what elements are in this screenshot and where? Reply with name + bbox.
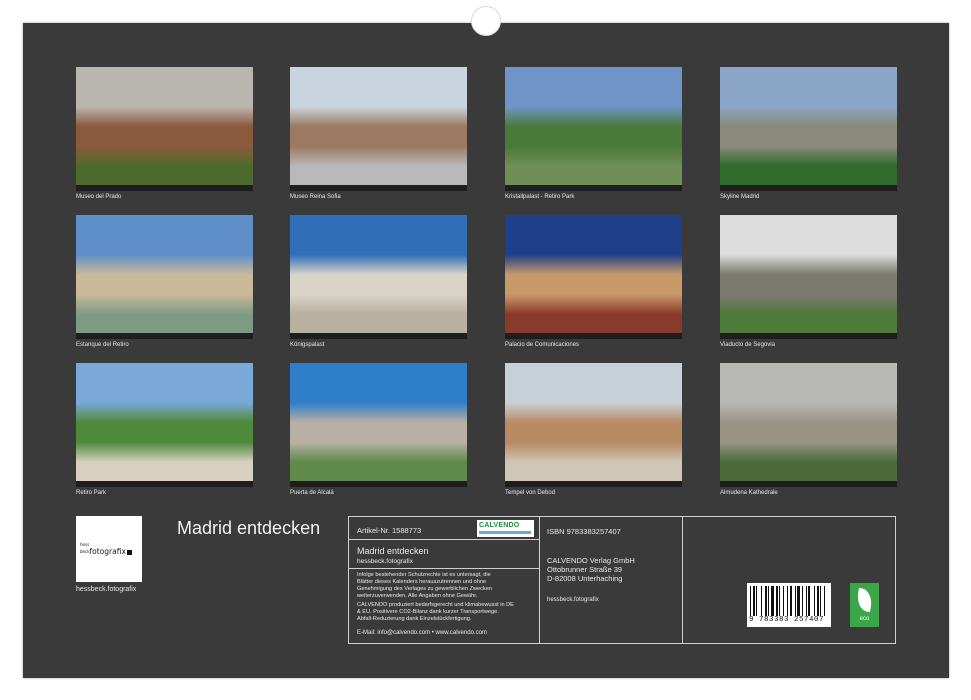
calendar-photo — [76, 363, 253, 487]
calendar-title: Madrid entdecken — [177, 518, 321, 538]
calvendo-logo: CALVENDO — [477, 520, 534, 537]
barcode-bar — [752, 586, 755, 616]
barcode-bar — [787, 586, 789, 616]
photo-caption: Skyline Madrid — [720, 194, 760, 200]
month-strip — [290, 185, 467, 191]
month-strip — [290, 481, 467, 487]
photo-caption: Retiro Park — [76, 490, 107, 496]
calendar-photo — [290, 363, 467, 487]
month-strip — [76, 481, 253, 487]
photo-caption: Almudena Kathedrale — [720, 490, 778, 496]
product-title: Madrid entdecken — [357, 546, 429, 556]
month-strip — [505, 333, 682, 339]
calendar-photo — [76, 67, 253, 191]
publisher-city: D-82008 Unterhaching — [547, 574, 623, 583]
photo-caption: Viaducto de Segovia — [720, 342, 775, 348]
barcode-bar — [790, 586, 793, 616]
calvendo-logo-text: CALVENDO — [479, 522, 520, 529]
divider — [349, 539, 539, 540]
barcode-bar — [808, 586, 811, 616]
isbn: ISBN 9783383257407 — [547, 527, 621, 536]
climate-line: & EU. Positivere CO2-Bilanz dank kurzer … — [357, 609, 499, 615]
barcode-bar — [816, 586, 819, 616]
barcode-bar — [820, 586, 822, 616]
calvendo-logo-bar — [479, 531, 531, 534]
info-column-publisher: ISBN 9783383257407 CALVENDO Verlag GmbH … — [540, 517, 683, 643]
photo-caption: Museo Reina Sofia — [290, 194, 341, 200]
publisher-street: Ottobrunner Straße 39 — [547, 565, 623, 574]
barcode-bar — [750, 586, 751, 616]
calendar-photo — [290, 67, 467, 191]
contact-info: E-Mail: info@calvendo.com • www.calvendo… — [357, 630, 487, 636]
calendar-photo — [290, 215, 467, 339]
month-strip — [76, 333, 253, 339]
leaf-icon — [855, 587, 874, 613]
barcode-bar — [756, 586, 758, 616]
barcode-bar — [797, 586, 801, 616]
publisher-address: CALVENDO Verlag GmbH Ottobrunner Straße … — [547, 556, 635, 583]
article-number: Artikel-Nr. 1588773 — [357, 526, 422, 535]
barcode-bar — [760, 586, 762, 616]
month-strip — [720, 333, 897, 339]
logo-caption: hessbeck.fotografix — [76, 586, 137, 593]
calendar-photo — [505, 67, 682, 191]
month-strip — [720, 481, 897, 487]
photo-caption: Estanque del Retiro — [76, 342, 129, 348]
divider — [349, 568, 539, 569]
copyright-line: weiterzuverwenden. Alle Angaben ohne Gew… — [357, 593, 478, 599]
climate-line: CALVENDO produziert bedarfsgerecht und k… — [357, 602, 514, 608]
copyright-line: Infolge bestehender Schutzrechte ist es … — [357, 572, 491, 578]
photo-caption: Kristallpalast - Retiro Park — [505, 194, 575, 200]
barcode-bar — [823, 586, 825, 616]
photo-caption: Königspalast — [290, 342, 325, 348]
author-name: hessbeck.fotografix — [547, 597, 599, 603]
publisher-logo: hess beckfotografix — [76, 516, 142, 582]
photo-caption: Puerta de Alcalá — [290, 490, 334, 496]
barcode-bar — [775, 586, 778, 616]
logo-square-icon — [126, 549, 132, 555]
barcode-bar — [794, 586, 796, 616]
calendar-photo — [505, 215, 682, 339]
copyright-notice: Infolge bestehender Schutzrechte ist es … — [357, 572, 492, 600]
publisher-name: CALVENDO Verlag GmbH — [547, 556, 635, 565]
eco-label: eco — [859, 616, 870, 622]
month-strip — [76, 185, 253, 191]
photo-caption: Museo del Prado — [76, 194, 122, 200]
climate-notice: CALVENDO produziert bedarfsgerecht und k… — [357, 602, 514, 623]
logo-small-text-2: beck — [80, 549, 90, 554]
barcode-bar — [782, 586, 784, 616]
calendar-photo — [505, 363, 682, 487]
calendar-photo — [76, 215, 253, 339]
logo-word: fotografix — [89, 547, 126, 556]
calendar-photo — [720, 363, 897, 487]
isbn-barcode: 9 783383 257407 — [747, 583, 831, 627]
barcode-bar — [770, 586, 774, 616]
eco-badge: eco — [850, 583, 879, 627]
barcode-number: 9 783383 257407 — [749, 616, 825, 624]
barcode-bar — [813, 586, 815, 616]
month-strip — [290, 333, 467, 339]
copyright-line: Genehmigung des Verlages zu gewerblichen… — [357, 586, 492, 592]
info-panel: Artikel-Nr. 1588773 CALVENDO Madrid entd… — [348, 516, 896, 644]
month-strip — [505, 481, 682, 487]
month-strip — [505, 185, 682, 191]
info-column-product: Artikel-Nr. 1588773 CALVENDO Madrid entd… — [349, 517, 540, 643]
barcode-bar — [802, 586, 804, 616]
hanger-hole — [471, 6, 501, 36]
barcode-bar — [764, 586, 767, 616]
barcode-bar — [805, 586, 807, 616]
copyright-line: Blätter dieses Kalenders herauszutrennen… — [357, 579, 487, 585]
month-strip — [720, 185, 897, 191]
photo-caption: Tempel von Debod — [505, 490, 556, 496]
info-column-codes: 9 783383 257407 eco — [683, 517, 895, 643]
barcode-bar — [768, 586, 770, 616]
product-author: hessbeck.fotografix — [357, 558, 414, 565]
calendar-photo — [720, 215, 897, 339]
barcode-lines — [750, 586, 828, 616]
barcode-bar — [779, 586, 781, 616]
climate-line: Abfall-Reduzierung dank Einzelstückferti… — [357, 616, 472, 622]
calendar-photo — [720, 67, 897, 191]
photo-caption: Palacio de Comunicaciones — [505, 342, 580, 348]
